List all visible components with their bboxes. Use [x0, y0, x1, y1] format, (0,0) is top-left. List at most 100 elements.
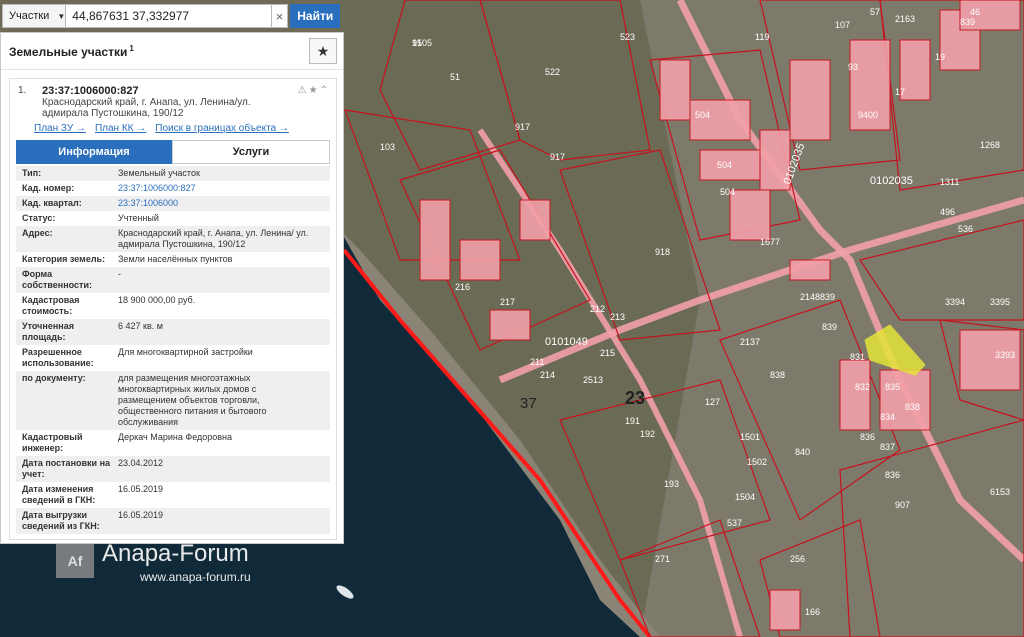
- search-input[interactable]: [66, 4, 272, 28]
- parcel-number-label: 536: [958, 224, 973, 234]
- parcel-number-label: 504: [695, 110, 710, 120]
- parcel-number-label: 838: [905, 402, 920, 412]
- parcel-number-label: 166: [805, 607, 820, 617]
- parcel-number-label: 17: [895, 87, 905, 97]
- info-row-value: 16.05.2019: [118, 510, 164, 520]
- info-row-value[interactable]: 23:37:1006000:827: [118, 183, 310, 194]
- info-row-label: Дата выгрузки сведений из ГКН:: [22, 510, 100, 531]
- info-row-value: 16.05.2019: [118, 484, 164, 494]
- parcel-number-label: 57: [870, 7, 880, 17]
- parcel-number-label: 2148: [800, 292, 820, 302]
- parcel-number-label: 215: [600, 348, 615, 358]
- result-address-line1: Краснодарский край, г. Анапа, ул. Ленина…: [42, 97, 251, 108]
- district-label: 23: [625, 388, 645, 408]
- parcel-number-label: 46: [970, 7, 980, 17]
- result-card: 1. 23:37:1006000:827 Краснодарский край,…: [9, 78, 337, 540]
- parcel-number-label: 1311: [940, 177, 959, 187]
- parcel-number-label: 537: [727, 518, 742, 528]
- star-icon[interactable]: ★: [309, 85, 320, 96]
- warning-icon[interactable]: ⚠: [298, 85, 309, 96]
- info-row: Кадастровый инженер: Деркач Марина Федоро…: [16, 430, 330, 456]
- result-links: План ЗУ → План КК → Поиск в границах объ…: [34, 123, 336, 134]
- parcel-number-label: 193: [664, 479, 679, 489]
- info-row-label: Уточненная площадь:: [22, 321, 74, 342]
- info-row: Дата выгрузки сведений из ГКН: 16.05.2019: [16, 508, 330, 534]
- info-row: Форма собственности: -: [16, 267, 330, 293]
- quarter-label-0101049: 0101049: [545, 336, 588, 348]
- result-tabs: Информация Услуги: [16, 140, 330, 164]
- info-row: по документу: для размещения многоэтажных…: [16, 371, 330, 430]
- parcel-number-label: 522: [545, 67, 560, 77]
- cadastral-id[interactable]: 23:37:1006000:827: [42, 85, 330, 97]
- clear-icon[interactable]: ×: [271, 4, 289, 28]
- parcel-number-label: 216: [455, 282, 470, 292]
- info-row-label: Разрешенное использование:: [22, 347, 94, 368]
- panel-title-text: Земельные участки: [9, 44, 128, 59]
- favorites-star-icon[interactable]: ★: [309, 38, 337, 64]
- parcel-number-label: 256: [790, 554, 805, 564]
- info-row-label: Категория земель:: [22, 254, 106, 264]
- info-row: Категория земель: Земли населённых пункто…: [16, 252, 330, 267]
- parcel-number-label: 192: [640, 429, 655, 439]
- info-row-label: Дата изменения сведений в ГКН:: [22, 484, 96, 505]
- result-address-line2: адмирала Пустошкина, 190/12: [42, 108, 184, 119]
- parcel-number-label: 1501: [740, 432, 760, 442]
- results-panel: Земельные участки 1 ★ 1. 23:37:1006000:82…: [0, 32, 344, 544]
- parcel-number-label: 1268: [980, 140, 1000, 150]
- parcel-number-label: 107: [835, 20, 850, 30]
- zone-label: 37: [520, 395, 537, 412]
- parcel-number-label: 119: [755, 32, 769, 42]
- parcel-number-label: 504: [717, 160, 732, 170]
- watermark-title: Anapa-Forum: [102, 540, 249, 567]
- parcel-number-label: 837: [880, 442, 895, 452]
- layer-select[interactable]: Участки ▼: [2, 4, 67, 28]
- info-row-value: Земельный участок: [118, 168, 200, 178]
- parcel-number-label: 6153: [990, 487, 1010, 497]
- info-row-label: Адрес:: [22, 228, 53, 238]
- result-action-icons: ⚠★⌃: [298, 85, 330, 96]
- info-row-value: 23.04.2012: [118, 458, 164, 468]
- parcel-number-label: 839: [822, 322, 837, 332]
- info-row: Дата постановки на учет: 23.04.2012: [16, 456, 330, 482]
- search-bar: Участки ▼ × Найти: [2, 4, 340, 28]
- plan-zu-link[interactable]: План ЗУ →: [34, 123, 86, 134]
- info-row-label: Кадастровая стоимость:: [22, 295, 80, 316]
- search-button[interactable]: Найти: [290, 4, 340, 28]
- parcel-number-label: 832: [855, 382, 870, 392]
- result-index: 1.: [18, 85, 27, 96]
- result-count: 1: [129, 43, 134, 53]
- parcel-number-label: 213: [610, 312, 625, 322]
- plan-kk-link[interactable]: План КК →: [95, 123, 146, 134]
- tab-info[interactable]: Информация: [16, 140, 172, 164]
- parcel-number-label: 19: [935, 52, 945, 62]
- parcel-number-label: 1502: [747, 457, 767, 467]
- search-within-link[interactable]: Поиск в границах объекта →: [155, 123, 289, 134]
- parcel-number-label: 271: [655, 554, 670, 564]
- info-row: Статус: Учтенный: [16, 211, 330, 226]
- parcel-number-label: 839: [960, 17, 975, 27]
- chevron-down-icon: ▼: [57, 11, 66, 21]
- parcel-number-label: 836: [885, 470, 900, 480]
- info-row-label: Кадастровый инженер:: [22, 432, 83, 453]
- info-row-value: 6 427 кв. м: [118, 321, 163, 331]
- info-row-label: Статус:: [22, 213, 56, 223]
- watermark-logo: Af: [56, 544, 94, 578]
- parcel-number-label: 836: [860, 432, 875, 442]
- panel-title: Земельные участки 1: [9, 44, 134, 59]
- parcel-number-label: 835: [885, 382, 900, 392]
- info-row-value: 18 900 000,00 руб.: [118, 295, 196, 305]
- panel-header: Земельные участки 1 ★: [1, 33, 343, 70]
- parcel-number-label: 93: [848, 62, 858, 72]
- info-row-label: Дата постановки на учет:: [22, 458, 111, 479]
- parcel-number-label: 496: [940, 207, 955, 217]
- collapse-icon[interactable]: ⌃: [320, 85, 330, 96]
- parcel-number-label: 917: [515, 122, 530, 132]
- tab-services[interactable]: Услуги: [172, 140, 330, 164]
- parcel-number-label: 2513: [583, 375, 603, 385]
- parcel-number-label: 3395: [990, 297, 1010, 307]
- parcel-number-label: 840: [795, 447, 810, 457]
- info-row: Кад. квартал: 23:37:1006000: [16, 196, 330, 211]
- info-row-value[interactable]: 23:37:1006000: [118, 198, 310, 209]
- quarter-label-0102035-b: 0102035: [870, 175, 913, 187]
- info-row-value: Для многоквартирной застройки: [118, 347, 253, 357]
